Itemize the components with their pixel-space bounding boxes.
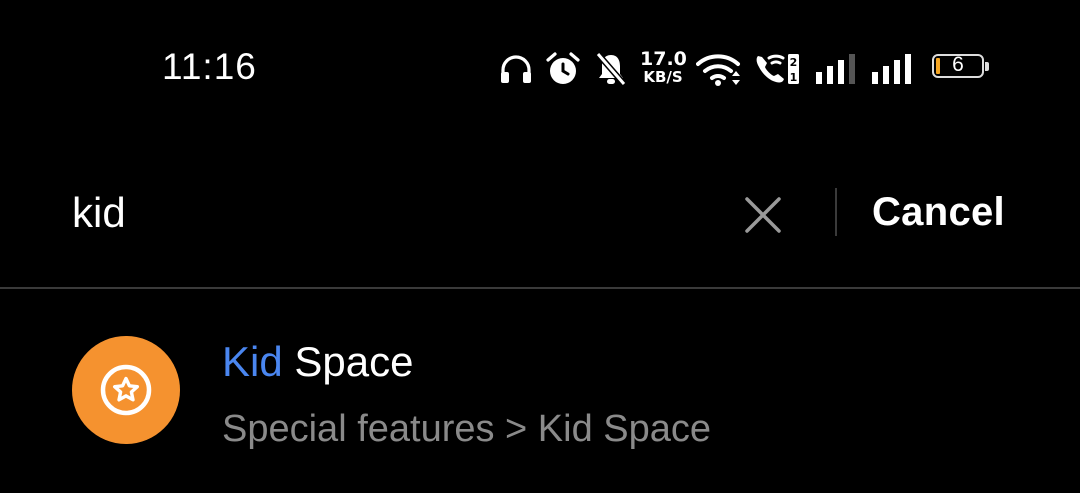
search-result-item[interactable]: Kid Space Special features > Kid Space <box>0 312 1080 472</box>
alarm-icon <box>546 52 580 84</box>
cancel-button[interactable]: Cancel <box>872 190 1005 235</box>
network-speed: 17.0 KB/S <box>640 48 687 86</box>
result-title: Kid Space <box>222 338 413 386</box>
status-time: 11:16 <box>162 46 257 87</box>
result-title-rest: Space <box>282 338 414 385</box>
search-divider <box>835 188 837 236</box>
search-bar: Cancel <box>0 170 1080 260</box>
network-speed-unit: KB/S <box>643 68 683 86</box>
headphones-icon <box>501 55 531 83</box>
kid-space-app-icon <box>72 336 180 444</box>
notifications-muted-icon <box>595 52 627 86</box>
result-path: Special features > Kid Space <box>222 408 712 450</box>
header-divider <box>0 287 1080 289</box>
wifi-calling-icon: 2 1 <box>756 54 799 84</box>
search-input[interactable] <box>72 184 712 242</box>
signal-icon <box>816 54 855 84</box>
signal-icon <box>872 54 911 84</box>
sim-slot-top: 2 <box>790 56 798 69</box>
status-bar: 11:16 17.0 KB/S 2 1 6 <box>0 0 1080 140</box>
close-icon <box>745 197 781 233</box>
wifi-icon <box>696 54 740 86</box>
clear-search-button[interactable] <box>738 190 788 240</box>
network-speed-value: 17.0 <box>640 48 687 70</box>
sim-slot-bottom: 1 <box>790 71 798 84</box>
battery-level: 6 <box>952 53 964 76</box>
star-circle-icon <box>100 364 152 416</box>
result-title-match: Kid <box>222 338 283 385</box>
battery-tip <box>985 62 989 71</box>
battery-icon: 6 <box>932 53 990 80</box>
